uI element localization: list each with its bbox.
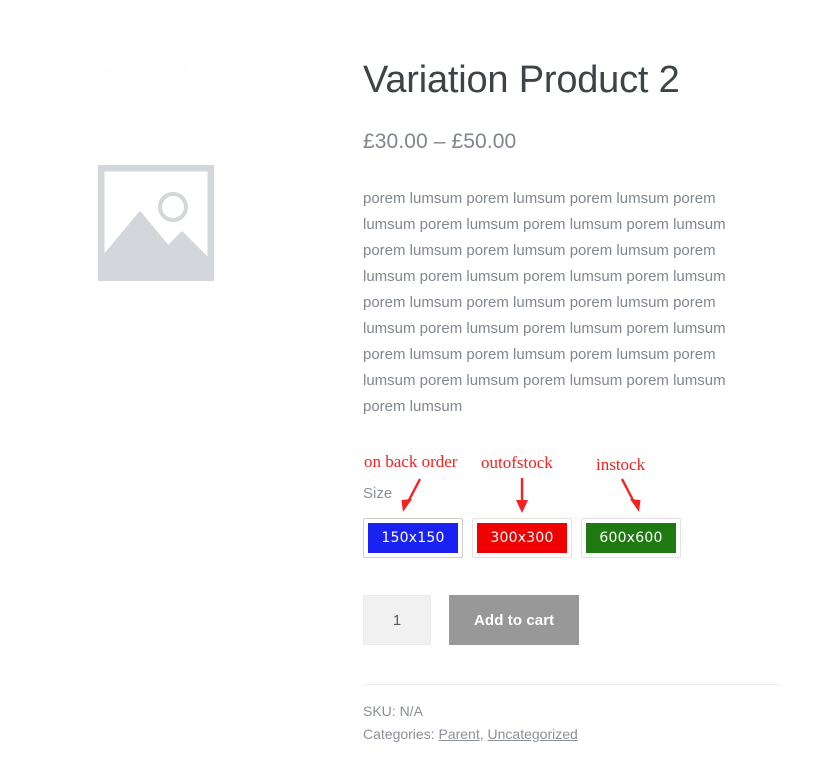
variation-swatch-label: 300x300 bbox=[477, 523, 567, 553]
product-summary: Variation Product 2 £30.00 – £50.00 pore… bbox=[363, 0, 783, 420]
category-link-uncategorized[interactable]: Uncategorized bbox=[488, 726, 578, 742]
category-link-parent[interactable]: Parent bbox=[438, 726, 479, 742]
variation-swatch-600x600[interactable]: 600x600 bbox=[581, 518, 681, 558]
variation-swatch-label: 600x600 bbox=[586, 523, 676, 553]
categories-line: Categories: Parent, Uncategorized bbox=[363, 723, 578, 746]
annotation-label-on-back-order: on back order bbox=[364, 452, 458, 471]
variation-attribute-label: Size bbox=[363, 485, 393, 502]
categories-label: Categories: bbox=[363, 726, 435, 742]
quantity-input[interactable] bbox=[364, 596, 430, 644]
add-to-cart-form: Add to cart bbox=[363, 595, 580, 645]
product-placeholder-image[interactable] bbox=[98, 165, 214, 281]
annotation-label-instock: instock bbox=[596, 455, 646, 474]
meta-divider bbox=[363, 684, 781, 685]
sku-line: SKU: N/A bbox=[363, 703, 423, 719]
variation-form: Size 150x150 300x300 600x600 bbox=[363, 484, 783, 558]
categories-separator: , bbox=[479, 726, 484, 742]
image-placeholder-icon bbox=[98, 165, 214, 281]
page-title: Variation Product 2 bbox=[363, 59, 680, 101]
gallery-watermark-left: image bbox=[8, 338, 45, 353]
product-price: £30.00 – £50.00 bbox=[363, 129, 517, 153]
variation-swatch-label: 150x150 bbox=[368, 523, 458, 553]
product-description: porem lumsum porem lumsum porem lumsum p… bbox=[363, 189, 726, 415]
add-to-cart-button[interactable]: Add to cart bbox=[449, 595, 580, 645]
gallery-watermark-text: Awaiting product image bbox=[92, 62, 255, 79]
product-page: Awaiting product image image image Varia… bbox=[0, 0, 818, 762]
quantity-stepper[interactable] bbox=[363, 595, 431, 645]
variation-swatch-150x150[interactable]: 150x150 bbox=[363, 518, 463, 558]
product-gallery: Awaiting product image image image bbox=[0, 0, 340, 762]
variation-swatch-row: 150x150 300x300 600x600 bbox=[363, 518, 783, 558]
gallery-watermark-right: image bbox=[255, 218, 292, 233]
annotation-label-outofstock: outofstock bbox=[481, 453, 553, 472]
variation-swatch-300x300[interactable]: 300x300 bbox=[472, 518, 572, 558]
product-meta: SKU: N/A Categories: Parent, Uncategoriz… bbox=[363, 700, 578, 746]
